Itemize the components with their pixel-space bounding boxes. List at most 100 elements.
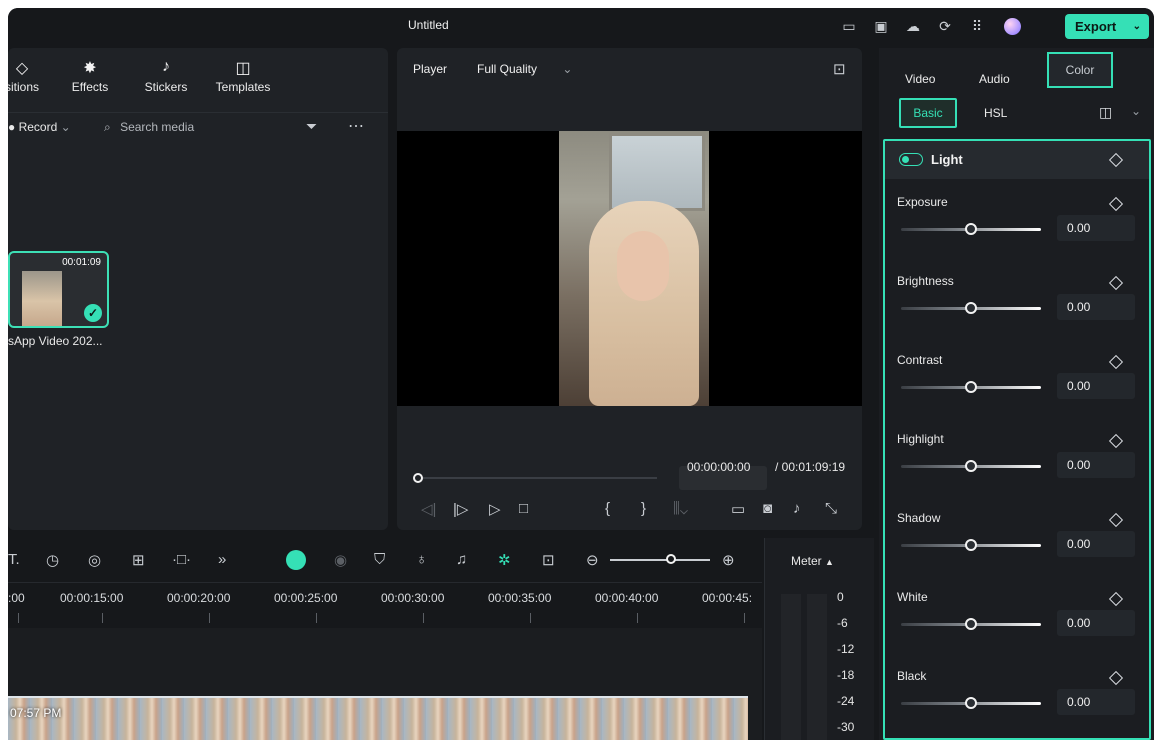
meter-scale-label: -24 xyxy=(837,694,855,708)
record-label: Record xyxy=(18,120,58,134)
compare-view-icon[interactable]: ◫ xyxy=(1099,104,1112,121)
chevron-down-icon[interactable]: ⌄ xyxy=(1131,104,1141,118)
tab-transitions[interactable]: ◇ sitions xyxy=(8,58,42,94)
render-icon[interactable]: ◉ xyxy=(334,551,347,569)
meter-dropdown[interactable]: Meter ▲ xyxy=(791,554,834,568)
subtab-hsl[interactable]: HSL xyxy=(984,106,1007,120)
tab-stickers[interactable]: ♪ Stickers xyxy=(136,58,196,94)
video-clip[interactable]: 07:57 PM xyxy=(8,696,748,740)
color-palette-icon[interactable]: ◎ xyxy=(88,551,101,569)
layout-icon[interactable]: ▭ xyxy=(840,17,858,35)
zoom-out-icon[interactable]: ⊖ xyxy=(586,551,599,569)
keyframe-diamond-icon[interactable] xyxy=(1108,275,1124,291)
slider-track[interactable] xyxy=(901,223,1041,235)
play-icon[interactable]: ▷ xyxy=(489,500,501,518)
account-avatar-icon[interactable] xyxy=(1004,18,1021,35)
export-button[interactable]: Export ⌄ xyxy=(1065,14,1149,39)
play-next-frame-icon[interactable]: |▷ xyxy=(453,500,468,518)
clip-label: 07:57 PM xyxy=(10,706,62,720)
slider-knob[interactable] xyxy=(965,381,977,393)
insert-icon[interactable]: ⫼⌄ xyxy=(673,500,688,517)
filter-icon[interactable]: ⏷ xyxy=(306,118,317,135)
slider-knob[interactable] xyxy=(965,618,977,630)
cloud-upload-icon[interactable]: ☁ xyxy=(904,17,922,35)
slider-track[interactable] xyxy=(901,302,1041,314)
ai-assistant-icon[interactable] xyxy=(286,550,306,570)
value-field[interactable]: 0.00 xyxy=(1057,452,1135,478)
slider-track[interactable] xyxy=(901,539,1041,551)
slider-knob[interactable] xyxy=(965,302,977,314)
slider-track[interactable] xyxy=(901,460,1041,472)
value-field[interactable]: 0.00 xyxy=(1057,373,1135,399)
mark-in-icon[interactable]: { xyxy=(605,500,610,517)
quality-dropdown[interactable]: Full Quality ⌄ xyxy=(477,62,572,76)
slider-track[interactable] xyxy=(901,618,1041,630)
slider-contrast: Contrast 0.00 xyxy=(885,353,1149,432)
timeline-ruler[interactable]: :00 00:00:15:00 00:00:20:00 00:00:25:00 … xyxy=(8,582,762,628)
tab-templates[interactable]: ◫ Templates xyxy=(208,58,278,94)
more-tools-icon[interactable]: » xyxy=(218,551,226,568)
slider-track[interactable] xyxy=(901,697,1041,709)
save-icon[interactable]: ▣ xyxy=(872,17,890,35)
previous-frame-icon[interactable]: ◁| xyxy=(421,500,436,518)
value-field[interactable]: 0.00 xyxy=(1057,610,1135,636)
snap-icon[interactable]: ✲ xyxy=(498,551,511,569)
ruler-label: 00:00:20:00 xyxy=(167,591,231,605)
search-input[interactable]: ⌕ Search media xyxy=(104,120,194,135)
media-item[interactable]: 00:01:09 ✓ xyxy=(8,251,109,328)
keyframe-diamond-icon[interactable] xyxy=(1108,512,1124,528)
text-icon[interactable]: T. xyxy=(8,551,20,568)
support-icon[interactable]: ⟳ xyxy=(936,17,954,35)
slider-track[interactable] xyxy=(901,381,1041,393)
keyframe-diamond-icon[interactable] xyxy=(1108,591,1124,607)
keyframe-diamond-icon[interactable] xyxy=(1108,196,1124,212)
more-options-icon[interactable]: ⋯ xyxy=(348,116,364,136)
light-toggle[interactable] xyxy=(899,153,923,166)
slider-knob[interactable] xyxy=(965,539,977,551)
fit-icon[interactable]: ⊡ xyxy=(542,551,555,569)
slider-label: Black xyxy=(897,669,927,683)
volume-icon[interactable]: ♪ xyxy=(793,500,801,517)
marker-icon[interactable]: ⛉ xyxy=(374,551,385,568)
keyframe-diamond-icon[interactable] xyxy=(1108,670,1124,686)
display-icon[interactable]: ▭ xyxy=(731,500,745,518)
slider-knob[interactable] xyxy=(965,697,977,709)
microphone-icon[interactable]: ♁ xyxy=(416,551,427,568)
video-preview xyxy=(397,131,862,406)
tab-effects[interactable]: ✸ Effects xyxy=(62,58,118,94)
subtab-basic[interactable]: Basic xyxy=(899,98,957,128)
zoom-in-icon[interactable]: ⊕ xyxy=(722,551,735,569)
keyframe-diamond-icon[interactable] xyxy=(1108,152,1124,168)
zoom-knob[interactable] xyxy=(666,554,676,564)
zoom-slider[interactable] xyxy=(610,554,710,564)
value-field[interactable]: 0.00 xyxy=(1057,294,1135,320)
tab-color[interactable]: Color xyxy=(1047,52,1113,88)
keyframe-diamond-icon[interactable] xyxy=(1108,433,1124,449)
stop-icon[interactable]: □ xyxy=(519,500,528,517)
keyframe-diamond-icon[interactable] xyxy=(1108,354,1124,370)
ruler-tick xyxy=(316,613,317,623)
mark-out-icon[interactable]: } xyxy=(641,500,646,517)
fullscreen-icon[interactable]: ⤡ xyxy=(825,500,837,517)
tab-video[interactable]: Video xyxy=(905,72,935,86)
value-field[interactable]: 0.00 xyxy=(1057,689,1135,715)
slider-knob[interactable] xyxy=(965,460,977,472)
scopes-icon[interactable]: ⊡ xyxy=(833,60,846,78)
grid-icon[interactable]: ⠿ xyxy=(968,17,986,35)
media-library-panel: ◇ sitions ✸ Effects ♪ Stickers ◫ Templat… xyxy=(8,48,388,530)
value-field[interactable]: 0.00 xyxy=(1057,215,1135,241)
playback-progress-track[interactable] xyxy=(413,473,657,483)
tab-label: Effects xyxy=(71,80,109,94)
speed-icon[interactable]: ◷ xyxy=(46,551,59,569)
value-field[interactable]: 0.00 xyxy=(1057,531,1135,557)
project-title: Untitled xyxy=(408,18,449,32)
snapshot-icon[interactable]: ◙ xyxy=(763,500,772,517)
properties-panel: Video Audio Color Basic HSL ◫ ⌄ Light Ex… xyxy=(879,48,1154,740)
slider-knob[interactable] xyxy=(965,223,977,235)
split-icon[interactable]: ·□· xyxy=(172,551,191,568)
audio-track-icon[interactable]: ♫ xyxy=(456,551,467,568)
crop-icon[interactable]: ⊞ xyxy=(132,551,145,569)
playhead-knob[interactable] xyxy=(413,473,423,483)
record-dropdown[interactable]: ● Record ⌄ xyxy=(8,120,71,134)
tab-audio[interactable]: Audio xyxy=(979,72,1010,86)
